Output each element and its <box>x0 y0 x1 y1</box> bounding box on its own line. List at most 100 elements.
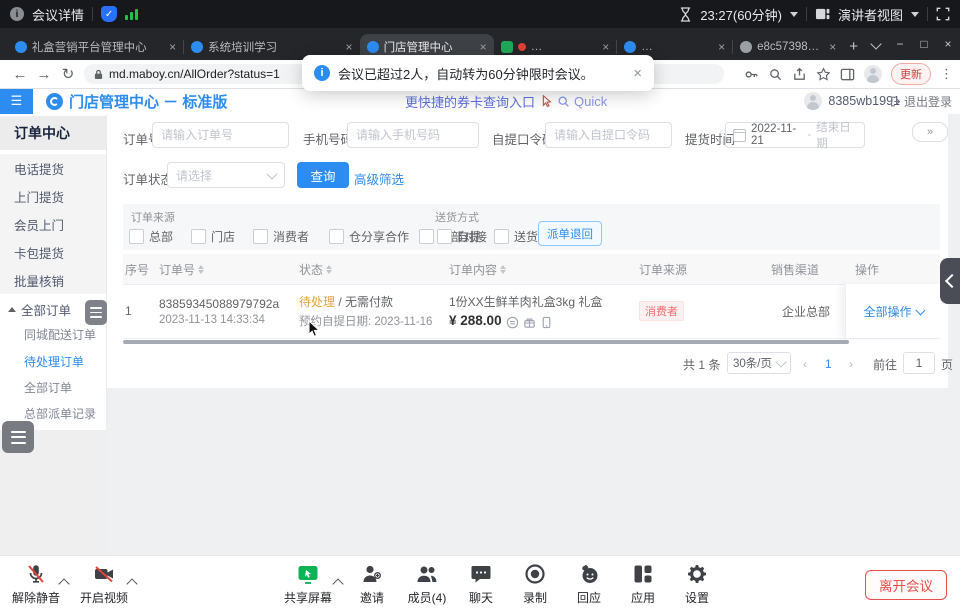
fullscreen-icon[interactable] <box>936 7 950 21</box>
share-screen-button[interactable]: 共享屏幕 <box>280 562 336 606</box>
mic-options-caret[interactable] <box>60 578 68 586</box>
table-header: 序号 订单号 状态 订单内容 订单来源 销售渠道 操作 <box>123 254 940 285</box>
prev-page-button[interactable]: ‹ <box>803 352 807 376</box>
order-no-input[interactable] <box>152 122 289 148</box>
sort-icon[interactable] <box>326 265 332 274</box>
window-close-button[interactable]: × <box>936 37 960 51</box>
reactions-button[interactable]: 回应 <box>561 562 617 606</box>
pickup-code-input[interactable] <box>545 122 672 148</box>
page-number-current[interactable]: 1 <box>825 352 832 376</box>
sidebar-item-phone-pickup[interactable]: 电话提货 <box>0 154 106 182</box>
sidebar-item-batch-verify[interactable]: 批量核销 <box>0 266 106 294</box>
browser-tab-1[interactable]: 礼盒营销平台管理中心 × <box>8 34 183 60</box>
sidebar-item-member-visit[interactable]: 会员上门 <box>0 210 106 238</box>
tab-favicon <box>367 41 379 53</box>
tab-close-icon[interactable]: × <box>480 40 487 54</box>
meeting-toolbox-float[interactable] <box>2 421 34 453</box>
meeting-sidebar-handle[interactable] <box>85 300 107 325</box>
logout-button[interactable]: 退出登录 <box>890 93 952 110</box>
window-minimize-button[interactable]: − <box>888 37 912 51</box>
order-status-select[interactable]: 请选择 <box>167 162 285 188</box>
promo-link[interactable]: 更快捷的券卡查询入口 Quick <box>405 92 607 111</box>
status-placeholder: 请选择 <box>176 167 212 184</box>
video-options-caret[interactable] <box>128 578 136 586</box>
user-account[interactable]: 8385wb1991 <box>804 92 900 110</box>
checkbox-delivery[interactable]: 送货 <box>494 228 538 245</box>
settings-button[interactable]: 设置 <box>669 562 725 606</box>
sidebar-item-door-pickup[interactable]: 上门提货 <box>0 182 106 210</box>
meeting-timer: 23:27(60分钟) <box>700 5 782 24</box>
checkbox-label: 门店 <box>211 228 235 245</box>
sidebar-sub-all-orders[interactable]: 全部订单 <box>0 374 106 400</box>
password-key-icon[interactable] <box>744 67 759 82</box>
checkbox-warehouse-share[interactable]: 仓分享合作 <box>329 228 409 245</box>
apps-button[interactable]: 应用 <box>615 562 671 606</box>
tab-search-chevron[interactable] <box>864 37 888 51</box>
browser-profile-avatar[interactable] <box>864 65 882 83</box>
share-options-caret[interactable] <box>334 578 342 586</box>
row-actions-dropdown[interactable]: 全部操作 <box>845 284 941 338</box>
col-order-no[interactable]: 订单号 <box>159 254 204 284</box>
meeting-details-label[interactable]: 会议详情 <box>32 5 84 24</box>
view-dropdown-icon[interactable] <box>911 12 919 17</box>
unmute-button[interactable]: 解除静音 <box>8 562 64 606</box>
advanced-filter-link[interactable]: 高级筛选 <box>354 169 404 188</box>
record-button[interactable]: 录制 <box>507 562 563 606</box>
reload-button[interactable]: ↻ <box>56 65 80 83</box>
leave-meeting-button[interactable]: 离开会议 <box>865 570 947 600</box>
share-page-icon[interactable] <box>792 67 807 82</box>
search-button[interactable]: 查询 <box>297 162 349 188</box>
browser-tab-6[interactable]: e8c573980b1328a258fd2e6f8 × <box>733 34 843 60</box>
browser-menu-icon[interactable]: ⋮ <box>940 66 954 82</box>
date-range-picker[interactable]: 2022-11-21 - 结束日期 <box>725 122 865 148</box>
bookmark-star-icon[interactable] <box>816 67 831 82</box>
banner-close-icon[interactable]: × <box>633 65 642 82</box>
security-shield-icon[interactable]: ✓ <box>101 6 117 22</box>
sidebar-toggle-button[interactable]: ☰ <box>0 88 33 114</box>
share-screen-icon <box>296 562 320 586</box>
phone-input[interactable] <box>347 122 479 148</box>
sidebar-sub-pending-orders[interactable]: 待处理订单 <box>0 348 106 374</box>
tab-close-icon[interactable]: × <box>169 40 176 54</box>
checkbox-consumer[interactable]: 消费者 <box>253 228 309 245</box>
back-button[interactable]: ← <box>8 66 32 83</box>
page-size-select[interactable]: 30条/页 <box>727 352 791 374</box>
view-mode-label[interactable]: 演讲者视图 <box>838 5 903 24</box>
tab-close-icon[interactable]: × <box>718 40 725 54</box>
tab-close-icon[interactable]: × <box>346 40 353 54</box>
filter-collapse-button[interactable]: » <box>912 122 948 142</box>
chat-button[interactable]: 聊天 <box>453 562 509 606</box>
checkbox-icon <box>437 229 452 244</box>
side-panel-icon[interactable] <box>840 67 855 82</box>
col-status[interactable]: 状态 <box>299 254 332 284</box>
sort-icon[interactable] <box>500 265 506 274</box>
new-tab-button[interactable]: + <box>849 38 858 55</box>
cell-index: 1 <box>125 284 155 338</box>
col-content[interactable]: 订单内容 <box>449 254 506 284</box>
invite-button[interactable]: 邀请 <box>344 562 400 606</box>
meeting-info-icon[interactable]: i <box>10 7 24 21</box>
start-video-button[interactable]: 开启视频 <box>76 562 132 606</box>
forward-button[interactable]: → <box>32 66 56 83</box>
horizontal-scrollbar[interactable] <box>123 340 849 344</box>
checkbox-self-pickup[interactable]: 自提 <box>437 228 481 245</box>
end-date-placeholder: 结束日期 <box>816 119 857 151</box>
goto-page-input[interactable] <box>903 352 935 374</box>
chrome-update-button[interactable]: 更新 <box>891 63 931 85</box>
tab-close-icon[interactable]: × <box>829 40 836 54</box>
next-page-button[interactable]: › <box>849 352 853 376</box>
cell-content: 1份XX生鲜羊肉礼盒3kg 礼盒 ¥ 288.00 <box>449 284 639 338</box>
sidebar-item-card-pickup[interactable]: 卡包提货 <box>0 238 106 266</box>
members-button[interactable]: 成员(4) <box>399 562 455 606</box>
timer-dropdown-icon[interactable] <box>790 12 798 17</box>
tab-close-icon[interactable]: × <box>602 40 609 54</box>
checkbox-hq[interactable]: 总部 <box>129 228 173 245</box>
network-signal-icon[interactable] <box>125 8 138 20</box>
meeting-panel-expand-handle[interactable] <box>940 258 960 304</box>
sort-icon[interactable] <box>198 265 204 274</box>
checkbox-store[interactable]: 门店 <box>191 228 235 245</box>
dispatch-return-button[interactable]: 派单退回 <box>538 221 602 246</box>
zoom-icon[interactable] <box>768 67 783 82</box>
checkbox-icon <box>419 229 434 244</box>
window-maximize-button[interactable]: □ <box>912 37 936 51</box>
